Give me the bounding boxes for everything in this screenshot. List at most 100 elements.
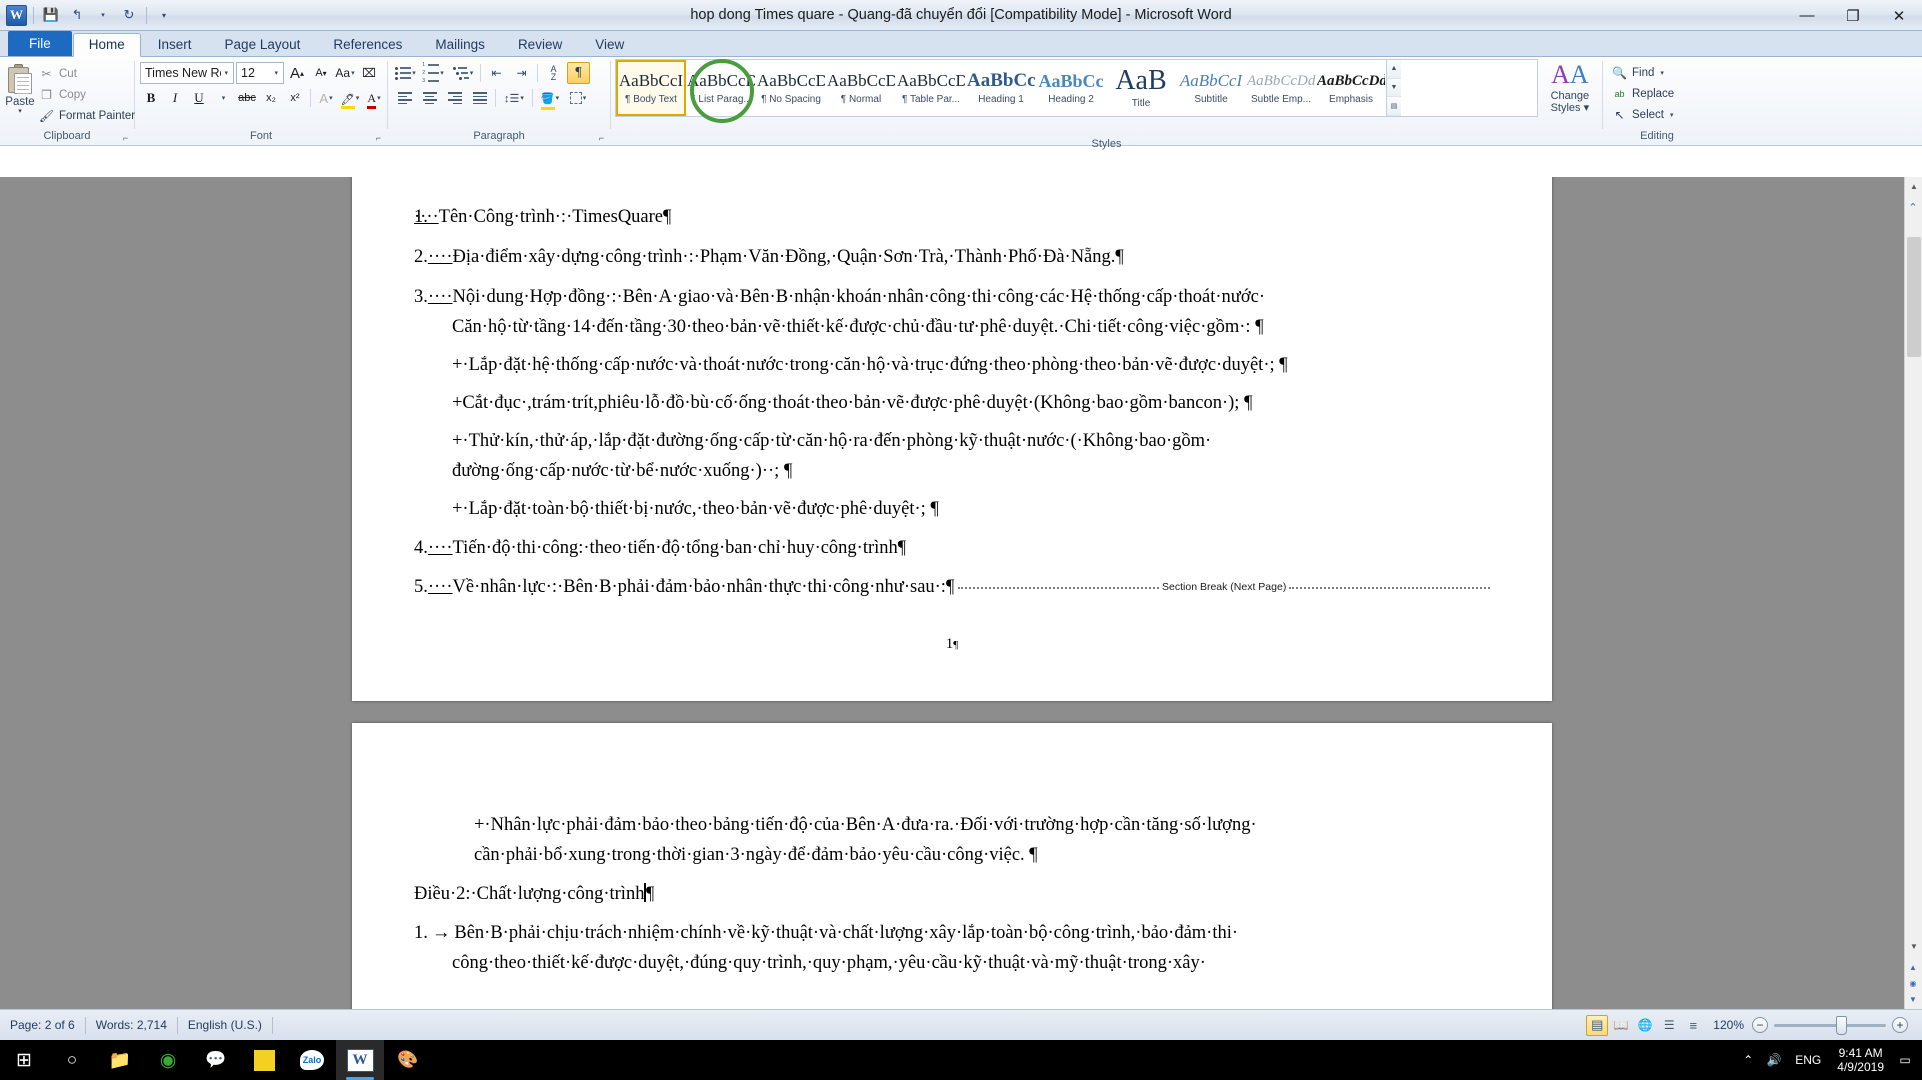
increase-indent-button[interactable]: ⇥ — [510, 62, 533, 84]
previous-page-icon[interactable]: ▲ — [1905, 959, 1921, 975]
select-dropdown-icon[interactable]: ▾ — [1670, 111, 1674, 119]
style-emphasis[interactable]: AaBbCcDd Emphasis — [1316, 60, 1386, 116]
tab-insert[interactable]: Insert — [142, 33, 208, 57]
replace-button[interactable]: ab Replace — [1608, 84, 1678, 103]
undo-dropdown-icon[interactable]: ▾ — [92, 4, 114, 26]
word-app-logo[interactable]: W — [6, 4, 27, 26]
taskbar-zalo[interactable]: Zalo — [288, 1040, 336, 1080]
scroll-down-button[interactable]: ▼ — [1905, 937, 1922, 955]
select-browse-object-up-icon[interactable]: ⌃ — [1905, 199, 1921, 215]
status-page[interactable]: Page: 2 of 6 — [0, 1018, 85, 1032]
style-subtitle[interactable]: AaBbCcI Subtitle — [1176, 60, 1246, 116]
styles-scroll-down-button[interactable]: ▼ — [1387, 78, 1401, 98]
cut-button[interactable]: ✂ Cut — [35, 64, 139, 83]
select-browse-object-icon[interactable]: ◉ — [1905, 975, 1921, 991]
tab-file[interactable]: File — [8, 30, 72, 56]
paste-button[interactable]: Paste ▾ — [5, 60, 35, 115]
document-page-2[interactable]: +·Nhân·lực·phải·đảm·bảo·theo·bảng·tiến·đ… — [352, 723, 1552, 1009]
strikethrough-button[interactable]: abc — [236, 87, 258, 109]
align-center-button[interactable] — [418, 87, 441, 109]
font-dialog-launcher[interactable]: ⌐ — [373, 133, 384, 144]
clock[interactable]: 9:41 AM 4/9/2019 — [1829, 1046, 1892, 1074]
view-draft-button[interactable]: ≡ — [1682, 1015, 1704, 1036]
borders-button[interactable]: ▾ — [565, 87, 591, 109]
show-formatting-marks-button[interactable]: ¶ — [567, 62, 590, 84]
show-hidden-icons-button[interactable]: ⌃ — [1735, 1040, 1761, 1080]
close-button[interactable]: ✕ — [1876, 0, 1922, 31]
shrink-font-button[interactable]: A ▾ — [310, 62, 332, 84]
style-heading-1[interactable]: AaBbCc Heading 1 — [966, 60, 1036, 116]
notifications-icon[interactable]: ▭ — [1892, 1040, 1918, 1080]
scroll-up-button[interactable]: ▲ — [1905, 177, 1922, 195]
zoom-level-label[interactable]: 120% — [1713, 1018, 1746, 1032]
document-page-1[interactable]: 1. ···· Tên·Công·trình·:·TimesQuare ¶ 2.… — [352, 177, 1552, 701]
save-icon[interactable]: 💾 — [40, 4, 62, 26]
zoom-slider-thumb[interactable] — [1836, 1015, 1847, 1035]
undo-icon[interactable]: ↰ — [66, 4, 88, 26]
align-right-button[interactable] — [443, 87, 466, 109]
tab-view[interactable]: View — [579, 33, 640, 57]
zoom-in-button[interactable]: + — [1892, 1017, 1908, 1033]
scroll-thumb[interactable] — [1907, 237, 1921, 357]
redo-icon[interactable]: ↻ — [118, 4, 140, 26]
bullets-button[interactable]: ▾ — [393, 62, 416, 84]
status-word-count[interactable]: Words: 2,714 — [86, 1018, 177, 1032]
taskbar-cdburner[interactable]: ◉ — [144, 1040, 192, 1080]
style-body-text[interactable]: AaBbCcI ¶ Body Text — [616, 60, 686, 116]
style-title[interactable]: AaB Title — [1106, 60, 1176, 116]
justify-button[interactable] — [468, 87, 491, 109]
style-list-paragraph[interactable]: AaBbCcD ¶ List Parag... — [686, 60, 756, 116]
status-language[interactable]: English (U.S.) — [178, 1018, 272, 1032]
find-button[interactable]: 🔍 Find ▾ — [1608, 63, 1668, 82]
subscript-button[interactable]: x₂ — [260, 87, 282, 109]
search-button[interactable]: ○ — [48, 1040, 96, 1080]
start-button[interactable]: ⊞ — [0, 1040, 48, 1080]
change-case-button[interactable]: Aa ▾ — [334, 62, 356, 84]
maximize-button[interactable]: ❐ — [1830, 0, 1876, 31]
view-web-layout-button[interactable]: 🌐 — [1634, 1015, 1656, 1036]
taskbar-file-explorer[interactable]: 📁 — [96, 1040, 144, 1080]
align-left-button[interactable] — [393, 87, 416, 109]
view-full-screen-reading-button[interactable]: 📖 — [1610, 1015, 1632, 1036]
tab-mailings[interactable]: Mailings — [419, 33, 501, 57]
underline-button[interactable]: U — [188, 87, 210, 109]
tab-home[interactable]: Home — [72, 32, 141, 57]
clipboard-dialog-launcher[interactable]: ⌐ — [120, 133, 131, 144]
style-normal[interactable]: AaBbCcD ¶ Normal — [826, 60, 896, 116]
font-name-combo[interactable]: Times New Roma ▾ — [140, 62, 234, 84]
taskbar-sticky-notes[interactable] — [240, 1040, 288, 1080]
grow-font-button[interactable]: A ▴ — [286, 62, 308, 84]
page2-body[interactable]: +·Nhân·lực·phải·đảm·bảo·theo·bảng·tiến·đ… — [414, 811, 1490, 979]
paragraph-dialog-launcher[interactable]: ⌐ — [596, 133, 607, 144]
find-dropdown-icon[interactable]: ▾ — [1660, 69, 1664, 77]
minimize-button[interactable]: — — [1784, 0, 1830, 31]
view-outline-button[interactable]: ☰ — [1658, 1015, 1680, 1036]
style-subtle-emphasis[interactable]: AaBbCcDd Subtle Emp... — [1246, 60, 1316, 116]
copy-button[interactable]: ❐ Copy — [35, 85, 139, 104]
tab-review[interactable]: Review — [502, 33, 578, 57]
volume-icon[interactable]: 🔊 — [1761, 1040, 1787, 1080]
numbering-button[interactable]: 1 2 3 ▾ — [418, 62, 446, 84]
decrease-indent-button[interactable]: ⇤ — [485, 62, 508, 84]
zoom-slider-track[interactable] — [1774, 1015, 1886, 1035]
shading-button[interactable]: 🪣 ▾ — [537, 87, 563, 110]
page1-body[interactable]: 1. ···· Tên·Công·trình·:·TimesQuare ¶ 2.… — [414, 187, 1490, 659]
taskbar-word[interactable]: W — [336, 1040, 384, 1080]
text-effects-button[interactable]: A ▾ — [315, 87, 337, 109]
format-painter-button[interactable]: 🖌 Format Painter — [35, 106, 139, 125]
customize-qat-icon[interactable]: ▾ — [153, 4, 175, 26]
sort-button[interactable]: AZ — [542, 62, 565, 84]
font-color-button[interactable]: A ▾ — [363, 87, 385, 109]
font-size-dropdown-icon[interactable]: ▾ — [271, 69, 281, 77]
superscript-button[interactable]: x² — [284, 87, 306, 109]
line-spacing-button[interactable]: ↕☰ ▾ — [500, 87, 528, 109]
zoom-out-button[interactable]: − — [1752, 1017, 1768, 1033]
font-size-combo[interactable]: 12 ▾ — [236, 62, 284, 84]
clear-formatting-button[interactable]: ⌧ — [358, 62, 380, 84]
styles-scroll-up-button[interactable]: ▲ — [1387, 60, 1401, 79]
style-no-spacing[interactable]: AaBbCcD ¶ No Spacing — [756, 60, 826, 116]
italic-button[interactable]: I — [164, 87, 186, 109]
view-print-layout-button[interactable]: ▤ — [1586, 1014, 1609, 1036]
multilevel-list-button[interactable]: ▾ — [448, 62, 476, 84]
change-styles-button[interactable]: AA Change Styles ▾ — [1542, 57, 1598, 137]
